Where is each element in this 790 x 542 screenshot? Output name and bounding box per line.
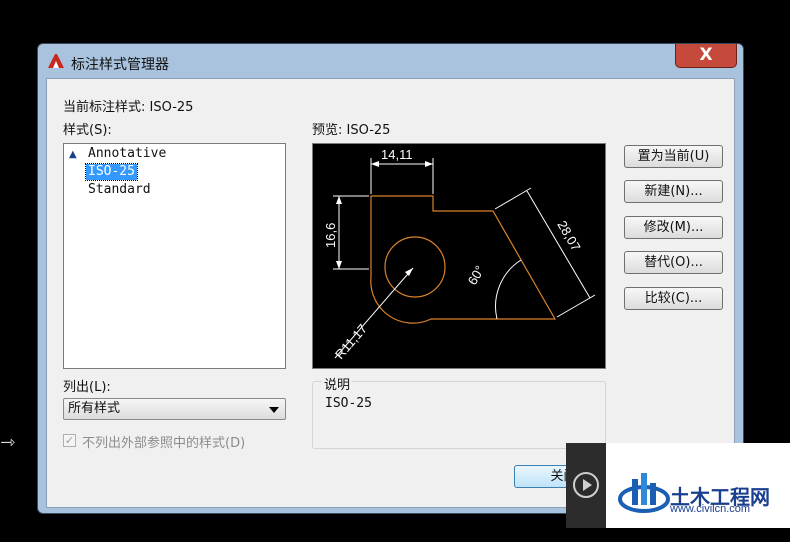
style-item-annotative[interactable]: Annotative [88, 146, 166, 162]
annotative-icon: ▲ [69, 149, 77, 160]
window-close-button[interactable]: X [675, 44, 737, 68]
chevron-down-icon [269, 407, 279, 413]
dim-top-text: 14,11 [381, 147, 413, 162]
preview-panel: 14,11 16,6 28,07 60° R11,17 [312, 143, 606, 369]
list-label: 列出(L): [63, 380, 111, 395]
style-item-standard[interactable]: Standard [88, 182, 151, 198]
autocad-app-icon [48, 54, 64, 68]
radius-arrow [405, 268, 413, 276]
list-filter-value: 所有样式 [68, 401, 121, 416]
styles-label: 样式(S): [63, 123, 112, 138]
angle-text: 60° [465, 263, 488, 288]
style-item-iso-25[interactable]: ISO-25 [85, 163, 138, 181]
part-outline [370, 195, 557, 324]
dim-right-text: 28,07 [554, 218, 583, 254]
circle-hole [384, 236, 446, 298]
play-icon [573, 472, 599, 498]
window-title: 标注样式管理器 [71, 57, 169, 73]
compare-style-button[interactable]: 比较(C)... [624, 287, 723, 310]
title-bar[interactable]: 标注样式管理器 X [38, 44, 743, 78]
styles-list[interactable]: ▲ Annotative ISO-25 Standard [63, 143, 286, 369]
radius-text: R11,17 [332, 321, 370, 362]
dim-left-text: 16,6 [323, 223, 338, 248]
list-filter-select[interactable]: 所有样式 [63, 398, 286, 420]
video-play-overlay [566, 443, 606, 528]
ext-line [556, 294, 596, 318]
preview-drawing: 14,11 16,6 28,07 60° R11,17 [323, 147, 596, 362]
preview-label: 预览: ISO-25 [312, 123, 391, 138]
civilcn-logo-icon [618, 473, 670, 513]
watermark: 土木工程网 www.civilcn.com [566, 443, 790, 528]
override-style-button[interactable]: 替代(O)... [624, 251, 723, 274]
set-current-button[interactable]: 置为当前(U) [624, 145, 723, 168]
description-label: 说明 [322, 374, 353, 393]
new-style-button[interactable]: 新建(N)... [624, 180, 723, 203]
description-group: 说明 ISO-25 [312, 374, 606, 449]
exclude-xref-label: 不列出外部参照中的样式(D) [82, 436, 246, 451]
current-style-label: 当前标注样式: ISO-25 [63, 100, 194, 115]
angle-arc [495, 259, 522, 320]
description-value: ISO-25 [325, 396, 372, 411]
ext-line [494, 187, 532, 210]
modify-style-button[interactable]: 修改(M)... [624, 216, 723, 239]
exclude-xref-checkbox[interactable]: ✓ [63, 434, 76, 447]
arrow-icon: ⇾ [0, 432, 16, 453]
watermark-url: www.civilcn.com [670, 503, 751, 515]
